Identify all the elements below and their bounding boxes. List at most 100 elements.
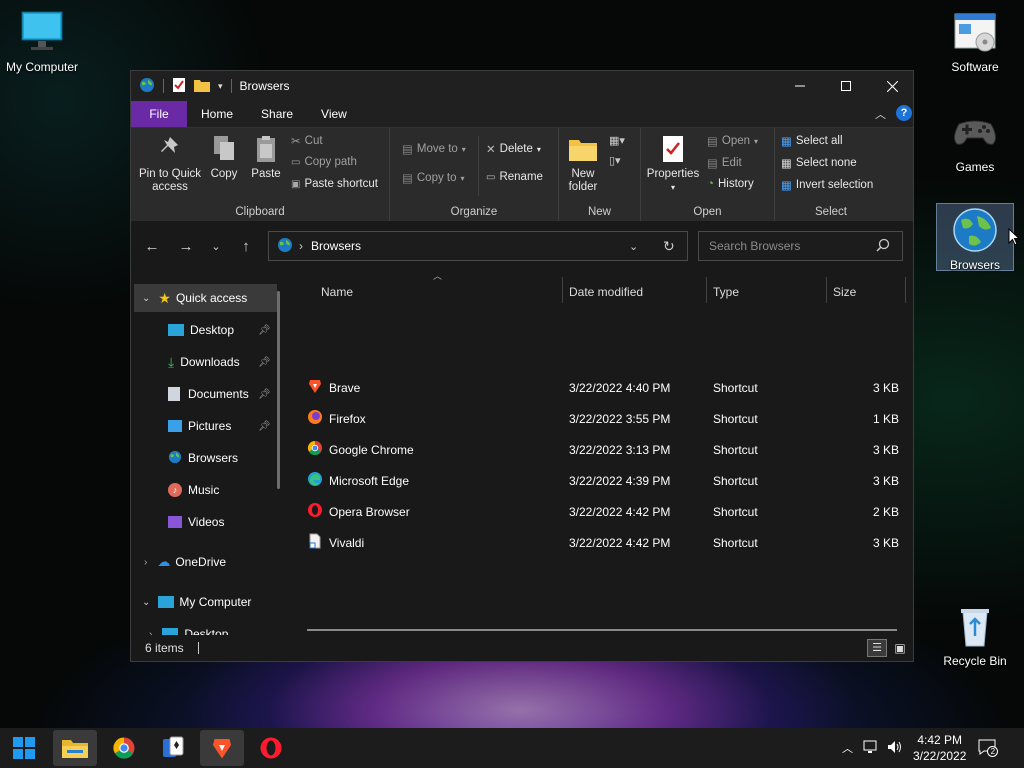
nav-item-videos[interactable]: Videos [168, 508, 278, 536]
column-header-size[interactable]: Size [833, 277, 905, 307]
nav-scrollbar[interactable] [277, 291, 280, 489]
table-row[interactable]: Brave 3/22/2022 4:40 PM Shortcut 3 KB [305, 372, 905, 403]
nav-my-computer[interactable]: ⌄ My Computer [134, 588, 277, 616]
search-input[interactable]: Search Browsers [698, 231, 903, 261]
show-hidden-icons-chevron-icon[interactable]: ︿ [842, 740, 853, 756]
desktop-icon-software[interactable]: Software [933, 8, 1017, 74]
move-to-button[interactable]: ▤ Move to ▾ [402, 142, 466, 156]
clock[interactable]: 4:42 PM 3/22/2022 [913, 732, 966, 764]
horizontal-scrollbar[interactable] [307, 629, 897, 631]
pin-icon: 📌︎ [258, 324, 271, 336]
close-button[interactable] [869, 71, 915, 101]
ribbon-group-label: Open [693, 206, 722, 218]
notification-center-icon[interactable]: 2 [978, 739, 999, 758]
column-separator[interactable] [562, 277, 563, 303]
volume-icon[interactable] [887, 740, 903, 757]
nav-item-music[interactable]: ♪ Music [168, 476, 278, 504]
taskbar-brave[interactable] [200, 730, 244, 766]
select-none-button[interactable]: ▦ Select none [781, 156, 857, 170]
invert-selection-button[interactable]: ▦ Invert selection [781, 178, 873, 192]
desktop-icon-my-computer[interactable]: My Computer [0, 8, 84, 74]
start-button[interactable] [2, 730, 46, 766]
copy-path-button[interactable]: ▭ Copy path [291, 156, 357, 168]
taskbar-opera[interactable] [249, 730, 293, 766]
brave-icon [307, 378, 323, 397]
maximize-button[interactable] [823, 71, 869, 101]
new-folder-label: New folder [568, 168, 598, 193]
shortcut-file-icon [307, 533, 323, 552]
desktop-icon-browsers[interactable]: Browsers [936, 203, 1014, 272]
tab-view[interactable]: View [307, 101, 361, 127]
easy-access-icon[interactable]: ▯▾ [609, 154, 621, 167]
delete-button[interactable]: ✕ Delete ▾ [486, 142, 541, 156]
recent-locations-button[interactable]: ⌄ [205, 235, 227, 257]
nav-onedrive[interactable]: › ☁ OneDrive [134, 548, 277, 576]
copy-button[interactable]: Copy [205, 134, 243, 181]
cut-button[interactable]: ✂ Cut [291, 134, 323, 148]
tab-home[interactable]: Home [187, 101, 247, 127]
select-none-label: Select none [795, 157, 857, 169]
new-item-icon[interactable]: ▦▾ [609, 134, 625, 147]
table-row[interactable]: Firefox 3/22/2022 3:55 PM Shortcut 1 KB [305, 403, 905, 434]
move-to-icon: ▤ [402, 144, 413, 156]
properties-check-icon[interactable] [172, 77, 186, 96]
tab-file[interactable]: File [131, 101, 187, 127]
desktop-icon-games[interactable]: Games [933, 108, 1017, 174]
recycle-bin-icon [951, 602, 999, 650]
new-folder-button[interactable]: New folder [563, 134, 603, 194]
new-folder-icon[interactable] [194, 78, 210, 95]
up-button[interactable]: ↑ [235, 235, 257, 257]
table-row[interactable]: Opera Browser 3/22/2022 4:42 PM Shortcut… [305, 496, 905, 527]
column-header-type[interactable]: Type [713, 277, 825, 307]
chevron-down-icon[interactable]: ▾ [218, 81, 223, 92]
select-all-button[interactable]: ▦ Select all [781, 134, 843, 148]
details-view-icon[interactable]: ☰ [867, 639, 887, 657]
pin-to-quick-access-button[interactable]: Pin to Quick access [135, 134, 205, 194]
system-tray: ︿ 4:42 PM 3/22/2022 2 [842, 728, 999, 768]
nav-item-desktop[interactable]: › Desktop [149, 620, 277, 635]
nav-item-desktop[interactable]: Desktop 📌︎ [168, 316, 278, 344]
collapse-ribbon-icon[interactable]: ︿ [875, 106, 886, 122]
paste-button[interactable]: Paste [247, 134, 285, 181]
column-separator[interactable] [826, 277, 827, 303]
nav-item-pictures[interactable]: Pictures 📌︎ [168, 412, 278, 440]
column-separator[interactable] [905, 277, 906, 303]
back-button[interactable]: ← [141, 235, 163, 257]
edit-button[interactable]: ▤ Edit [707, 156, 742, 170]
table-row[interactable]: Google Chrome 3/22/2022 3:13 PM Shortcut… [305, 434, 905, 465]
refresh-icon[interactable]: ↻ [663, 238, 675, 255]
table-row[interactable]: Vivaldi 3/22/2022 4:42 PM Shortcut 3 KB [305, 527, 905, 558]
nav-quick-access[interactable]: ⌄ ★ Quick access [134, 284, 277, 312]
column-header-name[interactable]: Name [321, 277, 561, 307]
paste-shortcut-button[interactable]: ▣ Paste shortcut [291, 178, 378, 190]
rename-button[interactable]: ▭ Rename [486, 171, 543, 183]
nav-item-label: Desktop [190, 323, 235, 337]
desktop-icon-recycle-bin[interactable]: Recycle Bin [933, 602, 1017, 668]
help-icon[interactable]: ? [896, 105, 912, 121]
taskbar-solitaire[interactable] [151, 730, 195, 766]
minimize-button[interactable] [777, 71, 823, 101]
properties-button[interactable]: Properties ▾ [645, 134, 701, 194]
history-button[interactable]: ◔ History [707, 178, 754, 190]
notification-badge: 2 [987, 745, 999, 757]
file-size: 2 KB [872, 504, 899, 519]
column-separator[interactable] [706, 277, 707, 303]
address-dropdown-icon[interactable]: ⌄ [629, 240, 638, 253]
tab-share[interactable]: Share [247, 101, 307, 127]
nav-item-documents[interactable]: Documents 📌︎ [168, 380, 278, 408]
title-bar[interactable]: ▾ Browsers [131, 71, 913, 101]
forward-button[interactable]: → [175, 235, 197, 257]
network-icon[interactable] [863, 740, 879, 757]
open-button[interactable]: ▤ Open ▾ [707, 134, 758, 148]
nav-item-downloads[interactable]: ⤓ Downloads 📌︎ [168, 348, 278, 376]
address-bar[interactable]: › Browsers ⌄ ↻ [268, 231, 688, 261]
large-icons-view-icon[interactable]: ▣ [891, 639, 909, 657]
breadcrumb[interactable]: Browsers [311, 239, 361, 253]
taskbar-file-explorer[interactable] [53, 730, 97, 766]
taskbar-chrome[interactable] [102, 730, 146, 766]
ribbon-group-clipboard: Pin to Quick access Copy Paste ✂ Cut ▭ Cop… [131, 128, 390, 222]
column-header-date[interactable]: Date modified [569, 277, 705, 307]
nav-item-browsers[interactable]: Browsers [168, 444, 278, 472]
copy-to-button[interactable]: ▤ Copy to ▾ [402, 171, 465, 185]
table-row[interactable]: Microsoft Edge 3/22/2022 4:39 PM Shortcu… [305, 465, 905, 496]
